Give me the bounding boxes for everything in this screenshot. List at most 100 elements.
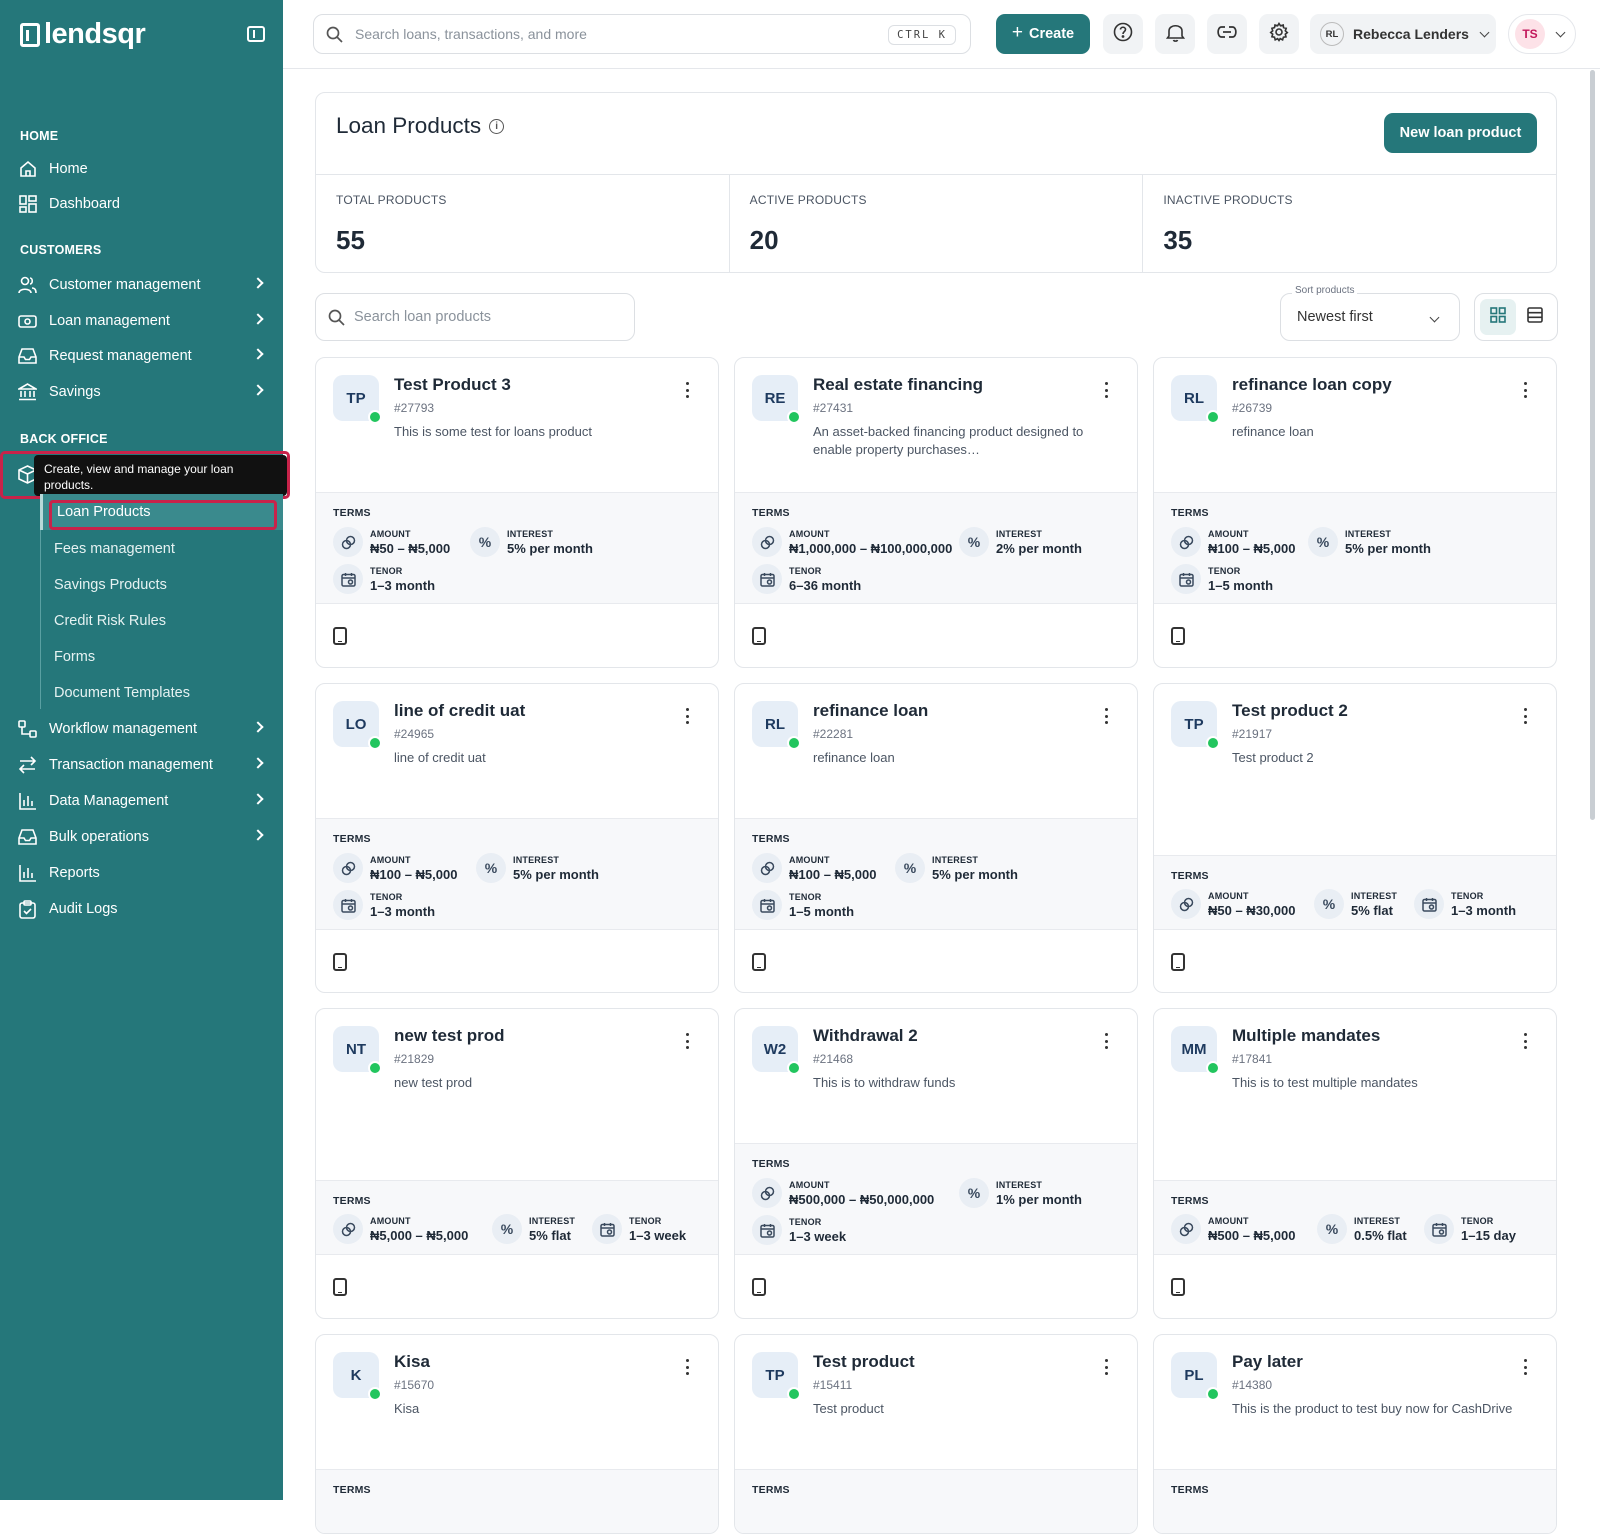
sort-select[interactable]: Sort products Newest first [1280,285,1460,341]
more-options-icon[interactable] [1524,708,1528,724]
product-description: This is some test for loans product [394,424,592,439]
more-options-icon[interactable] [686,708,690,724]
term-value: ₦500,000 – ₦50,000,000 [789,1191,935,1207]
more-options-icon[interactable] [686,1033,690,1049]
more-options-icon[interactable] [1105,1359,1109,1375]
sidebar-item-dashboard[interactable]: Dashboard [0,186,283,222]
product-name[interactable]: new test prod [394,1026,505,1046]
term-interest: % INTEREST 1% per month [959,1178,1082,1208]
product-card[interactable]: NT new test prod #21829 new test prod TE… [315,1008,719,1319]
highlight-box [0,451,290,499]
notifications-button[interactable] [1155,14,1195,54]
product-name[interactable]: Real estate financing [813,375,983,395]
term-value: 1% per month [996,1191,1082,1207]
product-name[interactable]: refinance loan [813,701,928,721]
sidebar-item-request-management[interactable]: Request management [0,338,283,374]
section-home: HOME [20,129,59,143]
product-card[interactable]: MM Multiple mandates #17841 This is to t… [1153,1008,1557,1319]
product-id: #15411 [813,1378,853,1392]
product-card[interactable]: TP Test product 2 #21917 Test product 2 … [1153,683,1557,993]
sidebar-item-bulk-operations[interactable]: Bulk operations [0,819,283,855]
sidebar-item-savings[interactable]: Savings [0,374,283,410]
product-name[interactable]: Withdrawal 2 [813,1026,918,1046]
term-label: AMOUNT [370,854,411,865]
term-interest: % INTEREST 0.5% flat [1317,1214,1407,1244]
plus-icon: + [1011,22,1023,43]
clipboard-icon [18,899,37,919]
list-view-button[interactable] [1517,299,1553,335]
more-options-icon[interactable] [686,382,690,398]
more-options-icon[interactable] [1105,382,1109,398]
sidebar-item-customer-management[interactable]: Customer management [0,267,283,303]
product-name[interactable]: Multiple mandates [1232,1026,1380,1046]
term-value: 5% per month [1345,540,1431,556]
search-icon [326,26,343,43]
product-card[interactable]: RE Real estate financing #27431 An asset… [734,357,1138,668]
product-name[interactable]: Test product 2 [1232,701,1348,721]
chevron-down-icon [1429,312,1440,323]
product-card[interactable]: TP Test product #15411 Test product TERM… [734,1334,1138,1534]
product-name[interactable]: Pay later [1232,1352,1303,1372]
product-card[interactable]: W2 Withdrawal 2 #21468 This is to withdr… [734,1008,1138,1319]
bank-icon [18,383,37,402]
lendsqr-logo[interactable]: lendsqr [20,18,146,51]
user-menu[interactable]: RL Rebecca Lenders [1310,14,1496,54]
product-id: #15670 [394,1378,435,1392]
product-search-input[interactable]: Search loan products [315,293,635,341]
term-label: TENOR [1451,890,1484,901]
collapse-sidebar-icon[interactable] [247,26,265,42]
grid-view-button[interactable] [1479,299,1516,335]
sidebar-item-transaction-management[interactable]: Transaction management [0,747,283,783]
new-loan-product-button[interactable]: New loan product [1384,113,1537,153]
global-search-input[interactable]: Search loans, transactions, and more CTR… [313,14,971,54]
create-label: Create [1028,26,1075,42]
product-card[interactable]: K Kisa #15670 Kisa TERMS [315,1334,719,1534]
sidebar-item-loan-management[interactable]: Loan management [0,303,283,339]
tenor-icon [1414,889,1444,919]
more-options-icon[interactable] [1524,1033,1528,1049]
scrollbar[interactable] [1590,70,1595,820]
product-card[interactable]: RL refinance loan copy #26739 refinance … [1153,357,1557,668]
sidebar-item-data-management[interactable]: Data Management [0,783,283,819]
sidebar-subitem-forms[interactable]: Forms [40,639,283,675]
more-options-icon[interactable] [1524,382,1528,398]
term-value: 1–3 month [370,903,436,919]
product-name[interactable]: Kisa [394,1352,430,1372]
product-description: This is to test multiple mandates [1232,1075,1418,1090]
product-card[interactable]: RL refinance loan #22281 refinance loan … [734,683,1138,993]
create-button[interactable]: + Create [996,14,1090,54]
sort-label: Sort products [1292,285,1358,296]
help-button[interactable] [1103,14,1143,54]
account-menu[interactable]: TS [1508,14,1576,54]
sidebar-item-home[interactable]: Home [0,151,283,187]
sidebar-item-workflow-management[interactable]: Workflow management [0,711,283,747]
sidebar-subitem-fees-management[interactable]: Fees management [40,531,283,567]
product-name[interactable]: line of credit uat [394,701,525,721]
settings-button[interactable] [1259,14,1299,54]
more-options-icon[interactable] [1105,1033,1109,1049]
stat-value: 35 [1163,225,1193,255]
more-options-icon[interactable] [1524,1359,1528,1375]
grid-icon [1489,306,1506,328]
product-name[interactable]: Test product [813,1352,915,1372]
link-button[interactable] [1207,14,1247,54]
status-dot [1206,410,1220,424]
more-options-icon[interactable] [686,1359,690,1375]
more-options-icon[interactable] [1105,708,1109,724]
product-card[interactable]: LO line of credit uat #24965 line of cre… [315,683,719,993]
info-icon[interactable]: i [489,118,505,134]
sidebar-item-reports[interactable]: Reports [0,855,283,891]
sidebar-subitem-document-templates[interactable]: Document Templates [40,675,283,711]
product-card[interactable]: PL Pay later #14380 This is the product … [1153,1334,1557,1534]
product-name[interactable]: Test Product 3 [394,375,511,395]
money-icon [18,312,37,331]
terms-label: TERMS [1171,1195,1209,1207]
product-card[interactable]: TP Test Product 3 #27793 This is some te… [315,357,719,668]
term-label: INTEREST [1345,528,1392,539]
term-amount: AMOUNT ₦500,000 – ₦50,000,000 [752,1178,934,1208]
sidebar-subitem-credit-risk-rules[interactable]: Credit Risk Rules [40,603,283,639]
sidebar-subitem-savings-products[interactable]: Savings Products [40,567,283,603]
sidebar-item-audit-logs[interactable]: Audit Logs [0,891,283,927]
interest-icon: % [1308,527,1338,557]
product-name[interactable]: refinance loan copy [1232,375,1392,395]
